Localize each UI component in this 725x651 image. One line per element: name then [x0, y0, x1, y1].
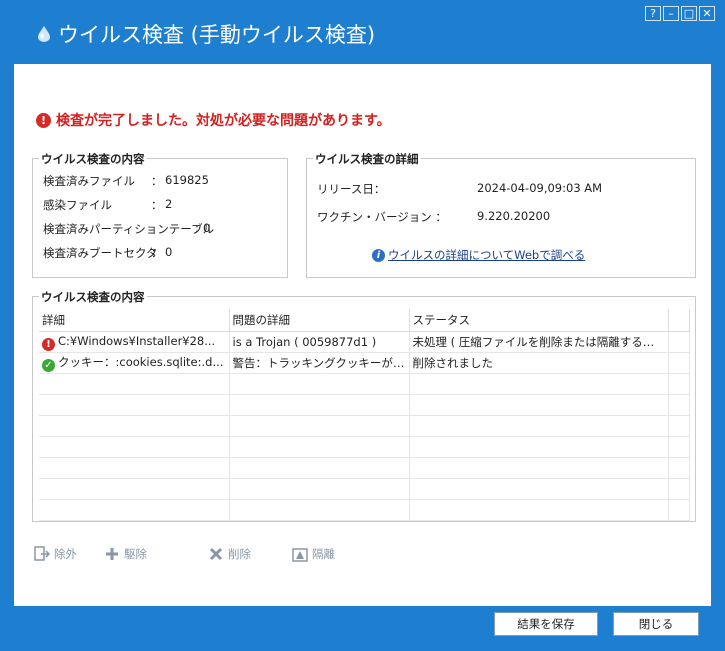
virus-info-link-text[interactable]: ウイルスの詳細についてWebで調べる — [388, 247, 585, 263]
quarantine-label: 隔離 — [312, 547, 335, 561]
table-row[interactable]: ! C:¥Windows¥Installer¥28... is a Trojan … — [39, 331, 690, 353]
group-title: ウイルス検査の詳細 — [313, 151, 421, 167]
summary-label: 検査済みブートセクタ — [43, 246, 158, 260]
minimize-button[interactable]: – — [663, 6, 679, 21]
summary-value: 619825 — [165, 173, 209, 187]
delete-button[interactable]: 削除 — [208, 546, 251, 562]
empty-row — [39, 499, 690, 521]
release-label: リリース日： — [317, 182, 386, 196]
status-cell: 未処理 ( 圧縮ファイルを削除または隔離する必要... — [409, 331, 669, 353]
summary-sep: : — [195, 221, 199, 235]
exclude-button[interactable]: 除外 — [34, 546, 77, 562]
disinfect-button[interactable]: 駆除 — [104, 546, 147, 562]
vaccine-label: ワクチン・バージョン ： — [317, 210, 447, 224]
window-title: ウイルス検査 (手動ウイルス検査) — [58, 23, 376, 47]
water-drop-icon — [38, 26, 50, 42]
info-icon: i — [372, 248, 385, 262]
empty-row — [39, 415, 690, 437]
group-title: ウイルス検査の内容 — [39, 151, 147, 167]
table-row[interactable]: ✓ クッキー：:cookies.sqlite:.d... 警告：トラッキングクッキ… — [39, 352, 690, 374]
scan-results-group: ウイルス検査の内容 詳細 問題の詳細 ステータス ! C:¥Windows¥Ins… — [32, 289, 696, 522]
exclude-icon — [34, 546, 50, 562]
summary-sep: ： — [151, 246, 163, 260]
summary-label: 検査済みファイル — [43, 174, 135, 188]
close-window-button[interactable]: ✕ — [699, 6, 715, 21]
summary-label: 感染ファイル — [43, 198, 112, 212]
problem-cell: 警告：トラッキングクッキーが見つ... — [229, 352, 410, 374]
summary-value: 2 — [165, 197, 173, 211]
maximize-button[interactable]: □ — [681, 6, 697, 21]
summary-value: 0 — [165, 245, 173, 259]
action-toolbar: 除外 駆除 削除 隔離 — [34, 546, 634, 566]
filler-cell — [668, 331, 690, 353]
scan-alert: ! 検査が完了しました。対処が必要な問題があります。 — [36, 110, 391, 130]
detail-text: C:¥Windows¥Installer¥28... — [58, 333, 216, 348]
detail-cell: ! C:¥Windows¥Installer¥28... — [39, 331, 230, 353]
summary-value: 0 — [203, 221, 211, 235]
error-icon: ! — [36, 112, 51, 128]
empty-row — [39, 457, 690, 479]
window-controls: ? – □ ✕ — [645, 6, 715, 21]
summary-sep: ： — [151, 198, 163, 212]
plus-icon — [104, 546, 120, 562]
empty-row — [39, 478, 690, 500]
filler-cell — [668, 352, 690, 374]
results-table: 詳細 問題の詳細 ステータス ! C:¥Windows¥Installer¥28.… — [39, 309, 690, 521]
column-header-status[interactable]: ステータス — [409, 309, 669, 332]
problem-cell: is a Trojan ( 0059877d1 ) — [229, 331, 410, 353]
detail-cell: ✓ クッキー：:cookies.sqlite:.d... — [39, 352, 230, 374]
detail-text: クッキー：:cookies.sqlite:.d... — [58, 355, 224, 369]
error-icon: ! — [42, 337, 55, 351]
alert-text: 検査が完了しました。対処が必要な問題があります。 — [56, 113, 391, 129]
table-header-row: 詳細 問題の詳細 ステータス — [39, 309, 690, 332]
scan-summary-group: ウイルス検査の内容 検査済みファイル ： 619825 感染ファイル ： 2 検… — [32, 151, 288, 278]
x-icon — [208, 546, 224, 562]
column-header-filler — [668, 309, 690, 332]
title-bar: ウイルス検査 (手動ウイルス検査) ? – □ ✕ — [0, 0, 725, 64]
scan-details-group: ウイルス検査の詳細 リリース日： 2024-04-09,09:03 AM ワクチ… — [306, 151, 696, 278]
help-button[interactable]: ? — [645, 6, 661, 21]
empty-row — [39, 436, 690, 458]
quarantine-icon — [292, 546, 308, 562]
release-value: 2024-04-09,09:03 AM — [477, 181, 603, 195]
column-header-detail[interactable]: 詳細 — [39, 309, 230, 332]
vaccine-value: 9.220.20200 — [477, 209, 551, 223]
status-cell: 削除されました — [409, 352, 669, 374]
disinfect-label: 駆除 — [124, 547, 147, 561]
column-header-problem[interactable]: 問題の詳細 — [229, 309, 410, 332]
quarantine-button[interactable]: 隔離 — [292, 546, 335, 562]
empty-row — [39, 373, 690, 395]
group-title: ウイルス検査の内容 — [39, 289, 147, 305]
close-button[interactable]: 閉じる — [613, 612, 699, 636]
content-panel: ! 検査が完了しました。対処が必要な問題があります。 ウイルス検査の内容 検査済… — [14, 64, 711, 606]
summary-label: 検査済みパーティションテーブル — [43, 222, 215, 236]
exclude-label: 除外 — [54, 547, 77, 561]
empty-row — [39, 394, 690, 416]
summary-sep: ： — [151, 174, 163, 188]
delete-label: 削除 — [228, 547, 251, 561]
check-icon: ✓ — [42, 359, 55, 372]
virus-info-link[interactable]: i ウイルスの詳細についてWebで調べる — [372, 247, 585, 263]
save-results-button[interactable]: 結果を保存 — [494, 612, 598, 636]
